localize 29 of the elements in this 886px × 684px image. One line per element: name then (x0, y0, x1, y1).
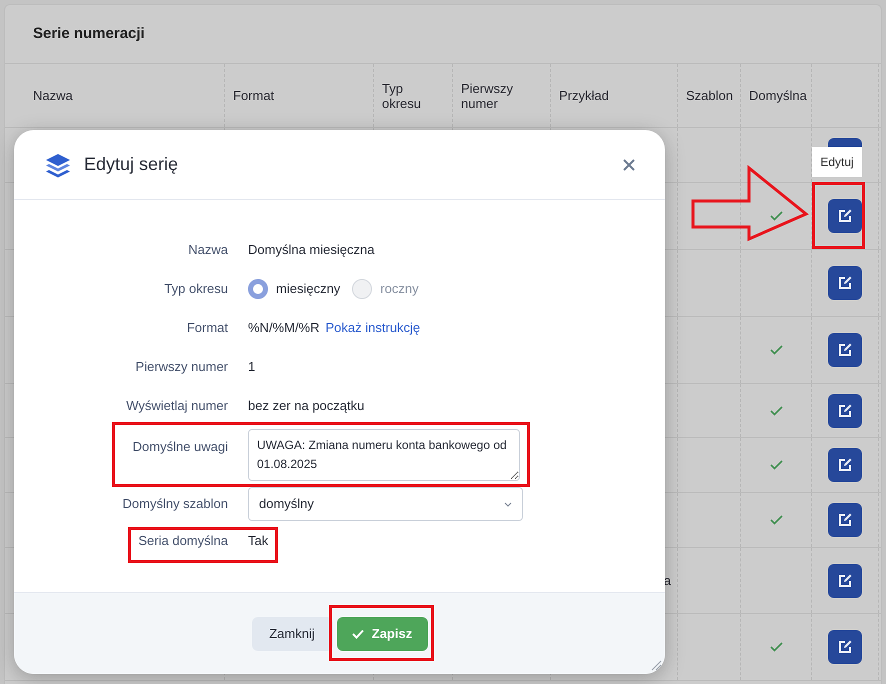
close-dialog-button[interactable]: Zamknij (252, 616, 332, 650)
column-header: Szablon (686, 88, 733, 103)
field-label: Wyświetlaj numer (126, 396, 228, 415)
column-header: Domyślna (749, 88, 807, 103)
column-header: Typ okresu (382, 80, 422, 110)
dialog-title: Edytuj serię (84, 153, 180, 176)
notes-field[interactable]: UWAGA: Zmiana numeru konta bankowego od 01.08.2025 (248, 429, 520, 481)
field-label: Format (186, 318, 228, 337)
column-header: Przykład (559, 88, 609, 103)
page-title: Serie numeracji (33, 24, 145, 44)
field-value: %N/%M/%R (248, 318, 320, 337)
column-header: Pierwszy numer (461, 80, 511, 110)
tooltip: Edytuj (812, 147, 862, 177)
field-label: Pierwszy numer (136, 358, 228, 376)
field-value: Tak (248, 532, 268, 550)
radio-label: miesięczny (276, 280, 340, 298)
field-label: Seria domyślna (138, 532, 228, 550)
field-label: Domyślny szablon (122, 495, 228, 514)
field-label: Typ okresu (164, 280, 228, 298)
instructions-link[interactable]: Pokaż instrukcję (326, 318, 420, 338)
field-label: Domyślne uwagi (132, 438, 228, 456)
column-header: Nazwa (33, 88, 73, 103)
field-value: Domyślna miesięczna (248, 240, 374, 259)
template-select[interactable]: domyślny (248, 487, 523, 521)
field-value: 1 (248, 358, 256, 376)
field-label: Nazwa (188, 240, 228, 259)
column-header: Format (233, 88, 274, 103)
field-value: bez zer na początku (248, 396, 364, 415)
radio-label: roczny (380, 280, 419, 298)
